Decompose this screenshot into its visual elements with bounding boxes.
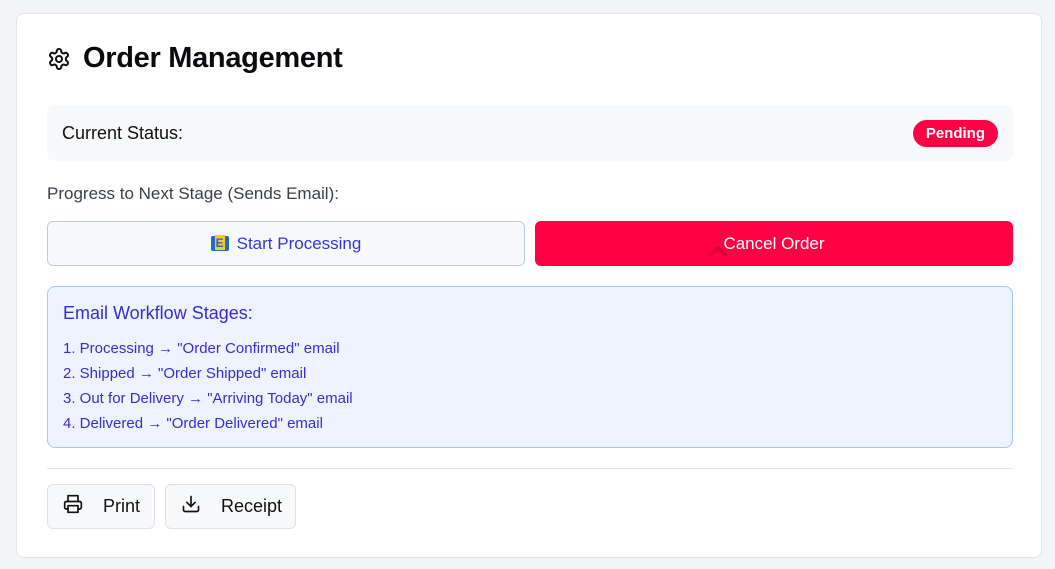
workflow-stage: 3. Out for Delivery → "Arriving Today" e… — [63, 390, 353, 407]
e-mail-icon — [210, 235, 229, 251]
email-workflow-panel: Email Workflow Stages: 1. Processing → "… — [47, 286, 1013, 448]
page-title: Order Management — [83, 42, 343, 74]
receipt-button[interactable]: Receipt — [165, 484, 296, 529]
print-label: Print — [103, 496, 141, 516]
workflow-stage: 1. Processing → "Order Confirmed" email — [63, 340, 340, 357]
print-button[interactable]: Print — [47, 484, 155, 529]
divider — [47, 468, 1013, 469]
progress-label: Progress to Next Stage (Sends Email): — [47, 184, 339, 203]
workflow-title: Email Workflow Stages: — [63, 303, 253, 323]
card-header: Order Management — [47, 42, 343, 75]
cancel-order-button[interactable]: Cancel Order — [535, 221, 1013, 266]
status-label: Current Status: — [62, 122, 184, 143]
cross-icon — [708, 241, 728, 261]
status-row: Current Status: Pending — [47, 105, 1013, 161]
order-management-card: Order Management Current Status: Pending… — [16, 13, 1042, 558]
receipt-label: Receipt — [221, 496, 283, 516]
workflow-stage: 4. Delivered → "Order Delivered" email — [63, 415, 323, 432]
gear-icon — [47, 47, 71, 71]
status-badge: Pending — [912, 119, 998, 147]
start-processing-button[interactable]: Start Processing — [47, 221, 525, 266]
printer-icon — [63, 494, 83, 519]
start-processing-label: Start Processing — [236, 233, 362, 253]
cancel-order-label: Cancel Order — [723, 233, 825, 253]
download-icon — [181, 494, 201, 519]
workflow-stage-list: 1. Processing → "Order Confirmed" email … — [63, 336, 997, 436]
workflow-stage: 2. Shipped → "Order Shipped" email — [63, 365, 307, 382]
